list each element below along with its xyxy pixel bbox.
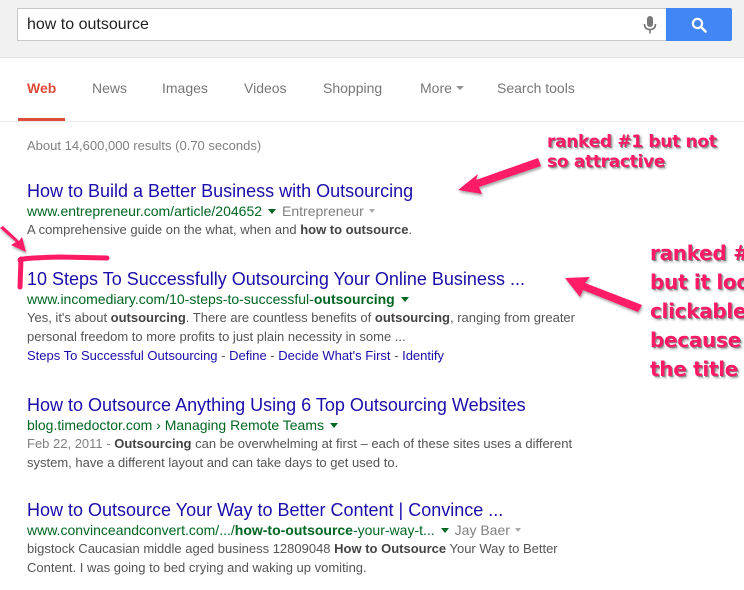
result-url: www.entrepreneur.com/article/204652 Entre… — [27, 202, 607, 220]
snippet-text: bigstock Caucasian middle aged business … — [27, 541, 335, 556]
result-url: www.incomediary.com/10-steps-to-successf… — [27, 290, 597, 308]
result-url-text: www.entrepreneur.com/article/204652 — [27, 203, 263, 219]
result-snippet: bigstock Caucasian middle aged business … — [27, 539, 587, 577]
search-input[interactable] — [27, 9, 627, 40]
search-result: How to Build a Better Business with Outs… — [27, 180, 607, 239]
search-result: How to Outsource Anything Using 6 Top Ou… — [27, 394, 587, 472]
annotation-line: clickable — [650, 299, 744, 323]
chevron-down-icon — [455, 86, 464, 91]
active-tab-indicator — [18, 118, 65, 121]
search-button[interactable] — [666, 8, 732, 41]
magnifier-icon — [691, 17, 707, 33]
annotation-line: ranked #1 but not — [547, 132, 717, 152]
result-url-text: blog.timedoctor.com › Managing Remote Te… — [27, 417, 324, 433]
microphone-icon[interactable] — [641, 15, 659, 35]
sitelink-separator: - — [266, 348, 279, 363]
tab-news[interactable]: News — [92, 80, 127, 96]
tab-shopping[interactable]: Shopping — [323, 80, 382, 96]
search-tabs: Web News Images Videos Shopping More Sea… — [0, 58, 744, 122]
annotation-line: so attractive — [547, 152, 666, 172]
snippet-highlight: how to outsource — [300, 222, 409, 237]
url-dropdown-icon[interactable] — [268, 208, 277, 214]
tab-web[interactable]: Web — [27, 80, 56, 96]
sitelink[interactable]: Decide What's First — [278, 348, 390, 363]
annotation-line: ranked # — [650, 241, 744, 265]
result-title-link[interactable]: How to Outsource Anything Using 6 Top Ou… — [27, 394, 526, 416]
snippet-highlight: How to Outsource — [334, 541, 447, 556]
result-snippet: Feb 22, 2011 - Outsourcing can be overwh… — [27, 434, 587, 472]
arrow-icon — [0, 226, 26, 252]
search-result: How to Outsource Your Way to Better Cont… — [27, 499, 587, 577]
result-url: blog.timedoctor.com › Managing Remote Te… — [27, 416, 587, 434]
highlight-mark — [17, 256, 24, 290]
result-source: Jay Baer — [454, 522, 510, 538]
search-box — [17, 8, 666, 41]
search-result: 10 Steps To Successfully Outsourcing You… — [27, 268, 597, 365]
result-title-link[interactable]: How to Outsource Your Way to Better Cont… — [27, 499, 503, 521]
snippet-highlight: Outsourcing — [114, 436, 192, 451]
result-source: Entrepreneur — [282, 203, 364, 219]
url-dropdown-icon[interactable] — [330, 422, 338, 428]
snippet-text: Yes, it's about — [27, 310, 111, 325]
annotation-ranked-2: ranked # but it loo clickable because th… — [650, 239, 744, 384]
sitelink-separator: - — [390, 348, 403, 363]
result-title-link[interactable]: How to Build a Better Business with Outs… — [27, 180, 413, 202]
result-title-link[interactable]: 10 Steps To Successfully Outsourcing You… — [27, 268, 525, 290]
url-dropdown-icon[interactable] — [440, 527, 449, 533]
result-url: www.convinceandconvert.com/.../how-to-ou… — [27, 521, 587, 539]
source-dropdown-icon[interactable] — [514, 528, 521, 533]
result-snippet: Yes, it's about outsourcing. There are c… — [27, 308, 597, 346]
search-header — [0, 0, 744, 58]
sitelinks: Steps To Successful Outsourcing - Define… — [27, 346, 597, 365]
sitelink[interactable]: Identify — [402, 348, 444, 363]
result-url-highlight: how-to-outsource — [234, 522, 353, 538]
source-dropdown-icon[interactable] — [368, 209, 375, 214]
snippet-highlight: outsourcing — [110, 310, 186, 325]
result-url-text: www.convinceandconvert.com/.../ — [27, 522, 235, 538]
sitelink[interactable]: Steps To Successful Outsourcing — [27, 348, 218, 363]
result-snippet: A comprehensive guide on the what, when … — [27, 220, 607, 239]
url-dropdown-icon[interactable] — [400, 296, 409, 302]
snippet-highlight: outsourcing — [374, 310, 450, 325]
tab-more[interactable]: More — [420, 80, 464, 96]
result-url-text: www.incomediary.com/10-steps-to-successf… — [27, 291, 314, 307]
result-stats: About 14,600,000 results (0.70 seconds) — [27, 138, 262, 153]
highlight-mark — [17, 254, 110, 263]
annotation-line: the title — [650, 357, 739, 381]
tab-images[interactable]: Images — [162, 80, 208, 96]
annotation-line: because — [650, 328, 741, 352]
result-date: Feb 22, 2011 - — [27, 436, 115, 451]
result-url-text: -your-way-t... — [352, 522, 435, 538]
annotation-line: but it loo — [650, 270, 744, 294]
snippet-text: . — [408, 222, 413, 237]
snippet-text: A comprehensive guide on the what, when … — [27, 222, 301, 237]
tab-videos[interactable]: Videos — [244, 80, 287, 96]
tab-more-label: More — [420, 80, 452, 96]
snippet-text: . There are countless benefits of — [185, 310, 375, 325]
annotation-ranked-1: ranked #1 but not so attractive — [547, 132, 717, 172]
sitelink-separator: - — [217, 348, 230, 363]
tab-search-tools[interactable]: Search tools — [497, 80, 575, 96]
sitelink[interactable]: Define — [229, 348, 267, 363]
result-url-highlight: outsourcing — [313, 291, 395, 307]
